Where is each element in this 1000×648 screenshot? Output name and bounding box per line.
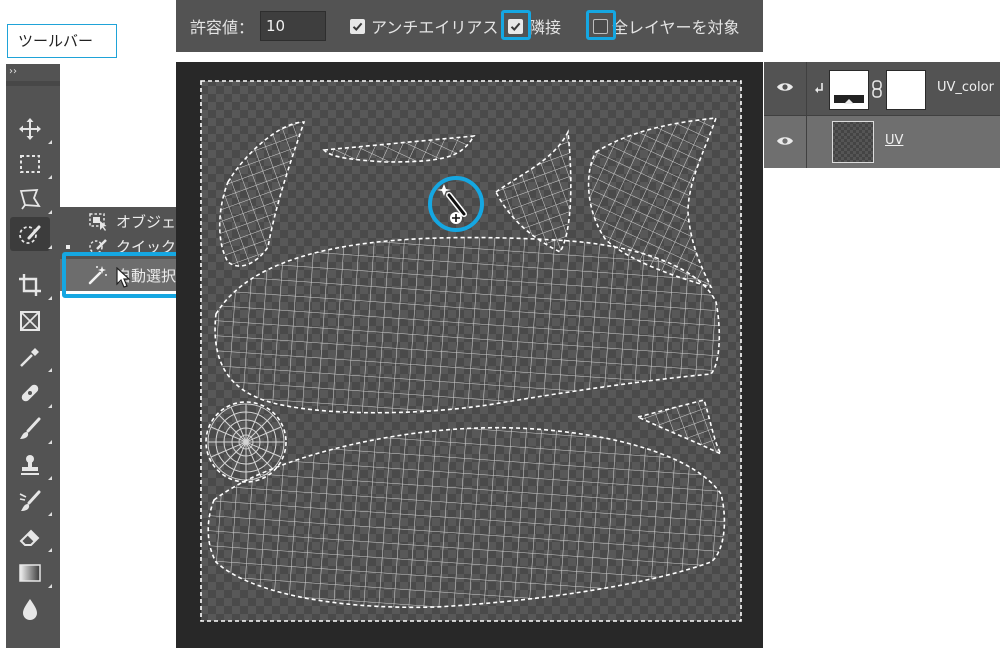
layers-panel: UV_color UV (764, 62, 1000, 168)
blur-tool[interactable] (10, 592, 50, 626)
current-tool-dot (66, 245, 70, 249)
object-selection-icon (89, 213, 107, 231)
move-tool[interactable] (10, 112, 52, 146)
move-icon (19, 118, 41, 140)
healing-brush-icon (21, 384, 39, 402)
quick-selection-tool[interactable] (10, 217, 52, 251)
sample-all-layers-label: 全レイヤーを対象 (612, 18, 740, 37)
tolerance-group: 許容値： 10 (190, 0, 327, 52)
layer-row-uv-color[interactable]: UV_color (764, 62, 1000, 115)
eraser-tool[interactable] (10, 520, 52, 554)
lasso-tool[interactable] (10, 182, 52, 216)
stamp-icon (21, 455, 39, 475)
eyedropper-icon (20, 348, 39, 367)
frame-icon (20, 311, 40, 331)
history-brush-tool[interactable] (10, 484, 52, 518)
frame-tool[interactable] (10, 304, 50, 338)
visibility-eye-icon[interactable] (776, 80, 794, 94)
collapse-icon[interactable]: ›› (9, 66, 17, 77)
sample-all-layers-highlight (586, 10, 616, 40)
toolbar-caption-text: ツールバー (18, 32, 94, 50)
options-bar: 許容値： 10 アンチエイリアス 隣接 全レイヤーを対象 (176, 0, 763, 52)
gradient-tool[interactable] (10, 556, 52, 590)
crop-tool[interactable] (10, 268, 52, 302)
eyedropper-tool[interactable] (10, 340, 52, 374)
quick-selection-icon (89, 239, 107, 253)
crop-icon (19, 274, 41, 296)
stamp-tool[interactable] (10, 448, 52, 482)
healing-brush-tool[interactable] (10, 376, 52, 410)
toolbar-caption: ツールバー (7, 24, 117, 58)
gradient-icon (19, 564, 41, 582)
contiguous-label: 隣接 (529, 18, 562, 37)
brush-tool[interactable] (10, 412, 52, 446)
layer-mask-thumbnail[interactable] (886, 70, 926, 110)
layer-row-uv[interactable]: UV (764, 116, 1000, 168)
layer-thumbnail (832, 121, 874, 163)
tolerance-label: 許容値： (190, 18, 255, 37)
tools-panel: ›› (6, 64, 60, 648)
mask-link-icon[interactable] (871, 80, 883, 98)
antialias-label: アンチエイリアス (371, 18, 499, 37)
tolerance-input[interactable]: 10 (260, 11, 327, 41)
brush-icon (20, 417, 41, 439)
marquee-tool[interactable] (10, 147, 52, 181)
document-canvas[interactable] (176, 62, 763, 648)
adjustment-thumbnail (829, 70, 869, 110)
blur-icon (23, 599, 37, 620)
panel-grip[interactable] (6, 81, 60, 86)
antialias-checkbox[interactable]: アンチエイリアス (350, 0, 498, 52)
eraser-icon (19, 529, 40, 546)
history-brush-icon (19, 490, 41, 511)
layer-name: UV (885, 133, 904, 148)
clipping-arrow-icon (815, 83, 823, 93)
antialias-check-icon (350, 18, 365, 34)
layer-name: UV_color (937, 80, 994, 95)
uv-canvas-artwork (200, 80, 742, 622)
quick-selection-icon (19, 225, 41, 244)
lasso-icon (19, 189, 41, 210)
contiguous-highlight (501, 10, 531, 40)
visibility-eye-icon[interactable] (776, 134, 794, 148)
marquee-icon (20, 155, 40, 173)
